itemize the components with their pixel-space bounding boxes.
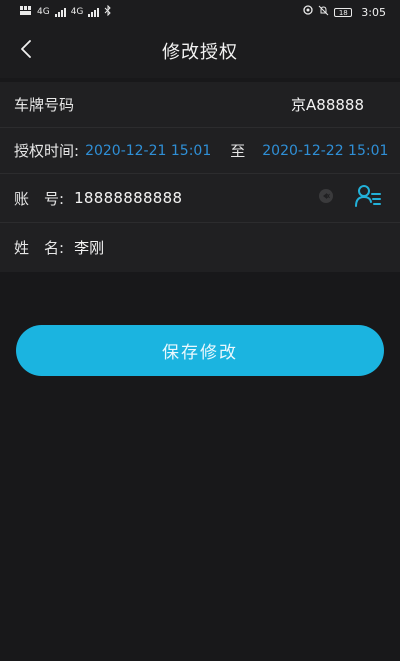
- contact-picker-button[interactable]: [352, 182, 384, 214]
- network-type-1: 4G: [37, 7, 50, 17]
- status-bar: 4G 4G 18 3:05: [0, 0, 400, 24]
- chevron-left-icon: [20, 40, 32, 62]
- name-input[interactable]: 李刚: [74, 237, 104, 258]
- mute-icon: [318, 5, 329, 19]
- header: 修改授权: [0, 24, 400, 78]
- account-label: 账 号:: [14, 189, 65, 208]
- end-time-picker[interactable]: 2020-12-22 15:01: [262, 143, 388, 159]
- location-icon: [303, 5, 313, 19]
- signal-icon: [88, 7, 100, 17]
- name-label: 姓 名:: [14, 239, 65, 257]
- clear-button[interactable]: [317, 188, 334, 208]
- save-changes-button[interactable]: 保存修改: [16, 325, 384, 376]
- battery-icon: 18: [334, 7, 353, 17]
- status-right: 18 3:05: [303, 5, 386, 19]
- plate-row: 车牌号码 京A88888: [0, 82, 400, 128]
- status-left: 4G 4G: [20, 4, 112, 19]
- contact-list-icon: [354, 184, 382, 212]
- back-button[interactable]: [12, 37, 40, 65]
- auth-time-row: 授权时间: 2020-12-21 15:01 至 2020-12-22 15:0…: [0, 128, 400, 174]
- plate-label: 车牌号码: [14, 96, 75, 114]
- name-row: 姓 名: 李刚: [0, 223, 400, 272]
- signal-icon: [54, 7, 66, 17]
- authorization-form: 车牌号码 京A88888 授权时间: 2020-12-21 15:01 至 20…: [0, 82, 400, 272]
- time-separator: 至: [230, 142, 246, 160]
- account-row: 账 号: 18888888888: [0, 174, 400, 223]
- status-time: 3:05: [361, 5, 386, 19]
- bluetooth-icon: [104, 4, 112, 19]
- auth-time-label: 授权时间:: [14, 142, 80, 160]
- start-time-picker[interactable]: 2020-12-21 15:01: [85, 143, 211, 159]
- network-type-2: 4G: [70, 7, 84, 17]
- clear-circle-icon: [318, 188, 334, 208]
- account-input[interactable]: 18888888888: [74, 189, 182, 207]
- page-title: 修改授权: [162, 42, 238, 63]
- screen: 4G 4G 18 3:05 修改授权 车牌号码 京A88888 授权时间: 20…: [0, 0, 400, 661]
- plate-value: 京A88888: [291, 96, 364, 114]
- sim-icon: [20, 5, 32, 19]
